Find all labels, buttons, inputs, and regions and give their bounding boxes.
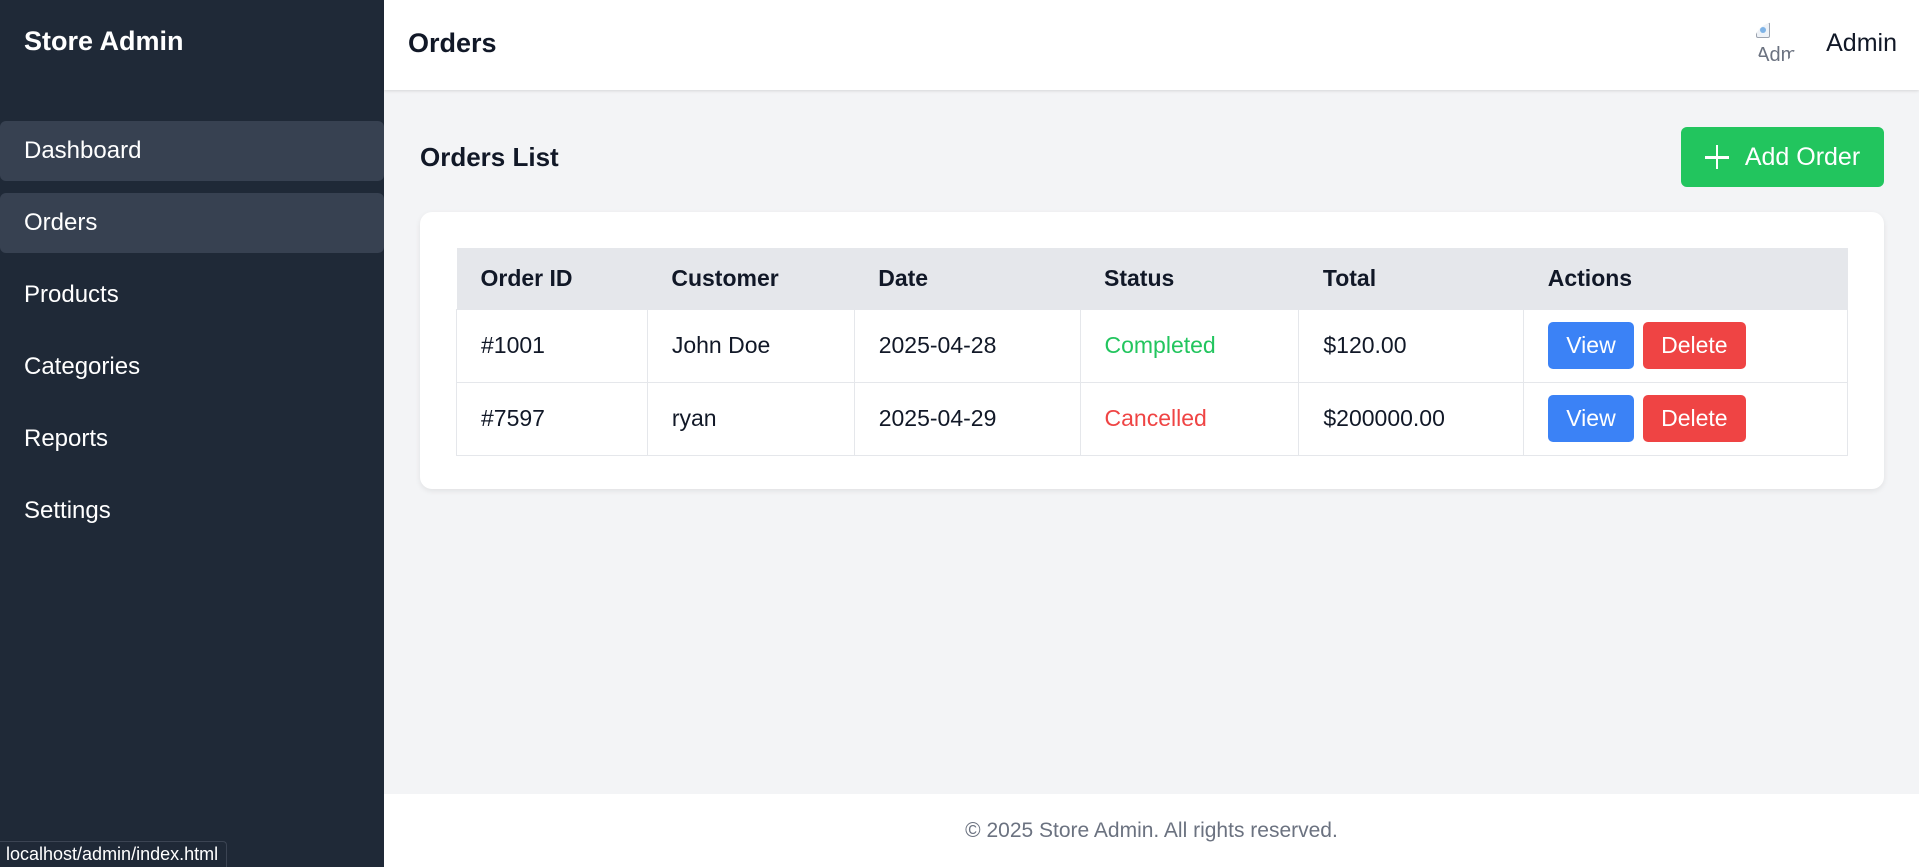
column-header-customer[interactable]: Customer [647,248,855,309]
column-header-order-id[interactable]: Order ID [456,248,648,309]
column-header-actions: Actions [1523,248,1848,309]
add-order-label: Add Order [1744,142,1861,171]
column-header-date[interactable]: Date [854,248,1080,309]
brand-title: Store Admin [24,26,184,56]
cell-status: Cancelled [1079,381,1300,456]
sidebar-item-orders[interactable]: Orders [0,193,384,253]
cell-actions: View Delete [1523,381,1848,456]
section-title: Orders List [420,142,559,172]
sidebar-item-dashboard[interactable]: Dashboard [0,121,384,181]
add-order-button[interactable]: Add Order [1681,127,1884,187]
footer: © 2025 Store Admin. All rights reserved. [384,794,1919,867]
table-row: #1001 John Doe 2025-04-28 Completed $120… [456,308,1848,383]
view-button[interactable]: View [1548,322,1634,369]
column-header-total[interactable]: Total [1298,248,1524,309]
cell-total: $120.00 [1298,308,1525,383]
cell-customer: John Doe [646,308,855,383]
cell-date: 2025-04-29 [853,381,1081,456]
sidebar-item-categories[interactable]: Categories [0,337,384,397]
orders-card: Order ID Customer Date Status Total Acti… [420,212,1884,489]
page-title: Orders [408,28,497,58]
user-name: Admin [1826,28,1897,57]
sidebar-nav: Dashboard Orders Products Categories Rep… [0,121,384,553]
footer-copyright: © 2025 Store Admin. All rights reserved. [965,818,1338,842]
cell-order-id: #7597 [456,381,648,456]
cell-total: $200000.00 [1298,381,1525,456]
delete-button[interactable]: Delete [1643,322,1746,369]
table-header-row: Order ID Customer Date Status Total Acti… [456,248,1848,309]
user-menu[interactable]: Admin Admin [1754,22,1897,64]
avatar[interactable]: Admin [1754,22,1796,64]
main-content: Orders List Add Order Order ID Customer … [384,90,1919,794]
delete-button[interactable]: Delete [1643,395,1746,442]
table-row: #7597 ryan 2025-04-29 Cancelled $200000.… [456,381,1848,456]
plus-icon [1704,145,1729,169]
sidebar-item-reports[interactable]: Reports [0,409,384,469]
top-bar: Orders Admin Admin [384,0,1919,90]
cell-order-id: #1001 [456,308,648,383]
sidebar-item-settings[interactable]: Settings [0,481,384,541]
view-button[interactable]: View [1548,395,1634,442]
sidebar: Store Admin Dashboard Orders Products Ca… [0,0,384,867]
orders-table: Order ID Customer Date Status Total Acti… [456,248,1848,456]
avatar-alt-text: Admin [1756,44,1797,64]
cell-actions: View Delete [1523,308,1848,383]
cell-date: 2025-04-28 [853,308,1081,383]
sidebar-item-products[interactable]: Products [0,265,384,325]
cell-customer: ryan [646,381,855,456]
broken-image-icon [1756,22,1771,38]
column-header-status[interactable]: Status [1080,248,1299,309]
cell-status: Completed [1079,308,1300,383]
link-url-status: localhost/admin/index.html [0,841,228,867]
